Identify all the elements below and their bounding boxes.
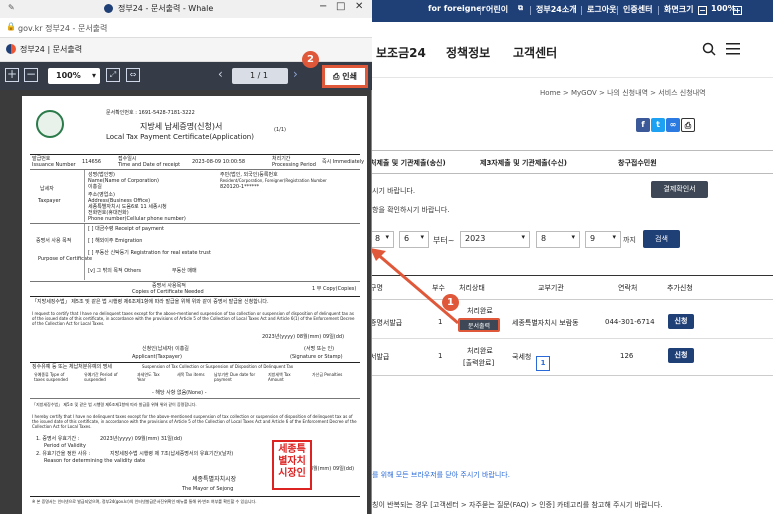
gov24-logo-icon xyxy=(6,44,16,54)
official-seal: 세종특 별자치 시장인 xyxy=(272,440,312,490)
tab-counter[interactable]: 창구접수민원 xyxy=(618,158,657,168)
row2-agency: 국세청 xyxy=(512,353,532,361)
title-en: Local Tax Payment Certificate(Applicatio… xyxy=(106,133,254,141)
nav-support[interactable]: 고객센터 xyxy=(513,44,557,61)
arrow-annotation xyxy=(370,248,459,325)
print-page-icon[interactable]: ⎙ xyxy=(681,118,695,132)
menu-icon[interactable] xyxy=(726,43,740,55)
tab-sent[interactable]: 처제출 및 기관제출(송신) xyxy=(370,158,446,168)
minimize-icon[interactable]: − xyxy=(319,1,327,12)
row2-name: 서발급 xyxy=(370,353,390,361)
page-indicator[interactable]: 1 / 1 xyxy=(232,68,288,84)
divider xyxy=(617,6,618,15)
row-border xyxy=(370,375,773,376)
main-nav: 보조금24 정책정보 고객센터 xyxy=(370,22,773,78)
row1-apply-button[interactable]: 신청 xyxy=(668,314,694,329)
search-icon[interactable] xyxy=(702,42,716,56)
to-month-select[interactable]: 8 ▾ xyxy=(536,231,580,248)
request-tabs: 처제출 및 기관제출(송신) 제3자제출 및 기관제출(수신) 창구접수민원 xyxy=(370,150,773,174)
result-button[interactable]: 결제확인서 xyxy=(651,181,708,198)
pdf-toolbar: + − 100% ▾ ⤢ ⇔ ‹ 1 / 1 › xyxy=(0,62,372,90)
window-title: 정부24 - 문서출력 - Whale xyxy=(118,4,214,13)
zoom-label: 화면크기 xyxy=(664,5,694,14)
pin-icon[interactable]: ✎ xyxy=(8,3,15,12)
address-bar[interactable]: 🔒 gov.kr 정부24 - 문서출력 xyxy=(0,18,372,38)
row1-status: 처리완료 xyxy=(467,307,493,315)
zoom-value: 100% xyxy=(711,4,736,13)
print-button[interactable]: ⎙ 인쇄 xyxy=(322,65,368,88)
nav-subsidy[interactable]: 보조금24 xyxy=(376,44,426,61)
notice-text-2: 항을 확인하시기 바랍니다. xyxy=(372,206,450,214)
row2-status-printed: [출력완료] xyxy=(463,359,495,367)
to-day-select[interactable]: 9 ▾ xyxy=(585,231,621,248)
about-link[interactable]: 정부24소개 xyxy=(536,4,577,15)
zoom-in-button[interactable]: + xyxy=(733,6,742,15)
next-page-icon[interactable]: › xyxy=(293,67,298,81)
maximize-icon[interactable]: □ xyxy=(336,1,345,12)
zoom-select[interactable]: 100% ▾ xyxy=(48,68,100,84)
cert-center-link[interactable]: 인증센터 xyxy=(623,4,652,15)
gov24-logo-icon xyxy=(104,4,113,13)
col-agency: 교부기관 xyxy=(538,284,564,292)
row2-apply-button[interactable]: 신청 xyxy=(668,348,694,363)
divider xyxy=(480,6,481,15)
printer-icon: ⎙ xyxy=(333,72,343,81)
document-title: 정부24 | 문서출력 xyxy=(20,45,83,54)
until-label: 까지 xyxy=(623,236,636,244)
search-button[interactable]: 검색 xyxy=(643,230,680,248)
kids-link[interactable]: 어린이 xyxy=(486,4,508,15)
row-border xyxy=(370,338,773,339)
facebook-icon[interactable]: f xyxy=(636,118,650,132)
divider xyxy=(581,6,582,15)
certificate-document: 문서확인번호 : 1691-5428-7181-3222 지방세 납세증명(신청… xyxy=(22,96,367,514)
divider xyxy=(530,6,531,15)
government-emblem xyxy=(36,110,64,138)
issue-number: 문서확인번호 : 1691-5428-7181-3222 xyxy=(106,110,195,116)
nav-policy[interactable]: 정책정보 xyxy=(446,44,490,61)
notice-text-4: 칭이 반복되는 경우 [고객센터 > 자주묻는 질문(FAQ) > 인증] 카테… xyxy=(372,501,663,509)
close-icon[interactable]: ✕ xyxy=(355,1,363,12)
tab-received[interactable]: 제3자제출 및 기관제출(수신) xyxy=(480,158,567,168)
breadcrumb: Home > MyGOV > 나의 신청내역 > 서비스 신청내역 xyxy=(540,89,706,97)
notice-text-1: 시기 바랍니다. xyxy=(372,187,416,195)
link-icon[interactable]: ∞ xyxy=(666,118,680,132)
row2-status: 처리완료 xyxy=(467,347,493,355)
notice-text-3: 를 위해 모든 브라우저를 닫아 주시기 바랍니다. xyxy=(372,471,510,479)
page-count: (1/1) xyxy=(274,127,286,133)
divider xyxy=(658,6,659,15)
row2-count: 1 xyxy=(438,352,443,360)
step-badge-2: 2 xyxy=(302,51,319,68)
zoom-out-icon[interactable]: − xyxy=(24,68,38,82)
zoom-in-icon[interactable]: + xyxy=(5,68,19,82)
fit-width-icon[interactable]: ⇔ xyxy=(126,68,140,82)
row1-contact: 044-301-6714 xyxy=(605,318,655,326)
twitter-icon[interactable]: t xyxy=(651,118,665,132)
logout-link[interactable]: 로그아웃 xyxy=(587,4,616,15)
external-link-icon: ⧉ xyxy=(518,4,523,12)
for-foreigner-link[interactable]: for foreigner xyxy=(428,4,486,13)
col-contact: 연락처 xyxy=(618,284,638,292)
row2-contact: 126 xyxy=(620,352,634,360)
step-badge-1: 1 xyxy=(442,294,459,311)
row1-agency: 세종특별자치시 보람동 xyxy=(512,319,579,327)
pagination-page[interactable]: 1 xyxy=(536,356,550,371)
print-popup-window: ✎ 정부24 - 문서출력 - Whale − □ ✕ 🔒 gov.kr 정부2… xyxy=(0,0,372,514)
url-text: gov.kr 정부24 - 문서출력 xyxy=(18,24,108,33)
prev-page-icon[interactable]: ‹ xyxy=(218,67,223,81)
zoom-out-button[interactable]: − xyxy=(698,6,707,15)
col-extra: 추가신청 xyxy=(667,284,693,292)
to-year-select[interactable]: 2023 ▾ xyxy=(460,231,530,248)
fit-page-icon[interactable]: ⤢ xyxy=(106,68,120,82)
window-titlebar: ✎ 정부24 - 문서출력 - Whale − □ ✕ xyxy=(0,0,372,18)
title-ko: 지방세 납세증명(신청)서 xyxy=(140,122,223,131)
lock-icon: 🔒 xyxy=(6,22,16,31)
